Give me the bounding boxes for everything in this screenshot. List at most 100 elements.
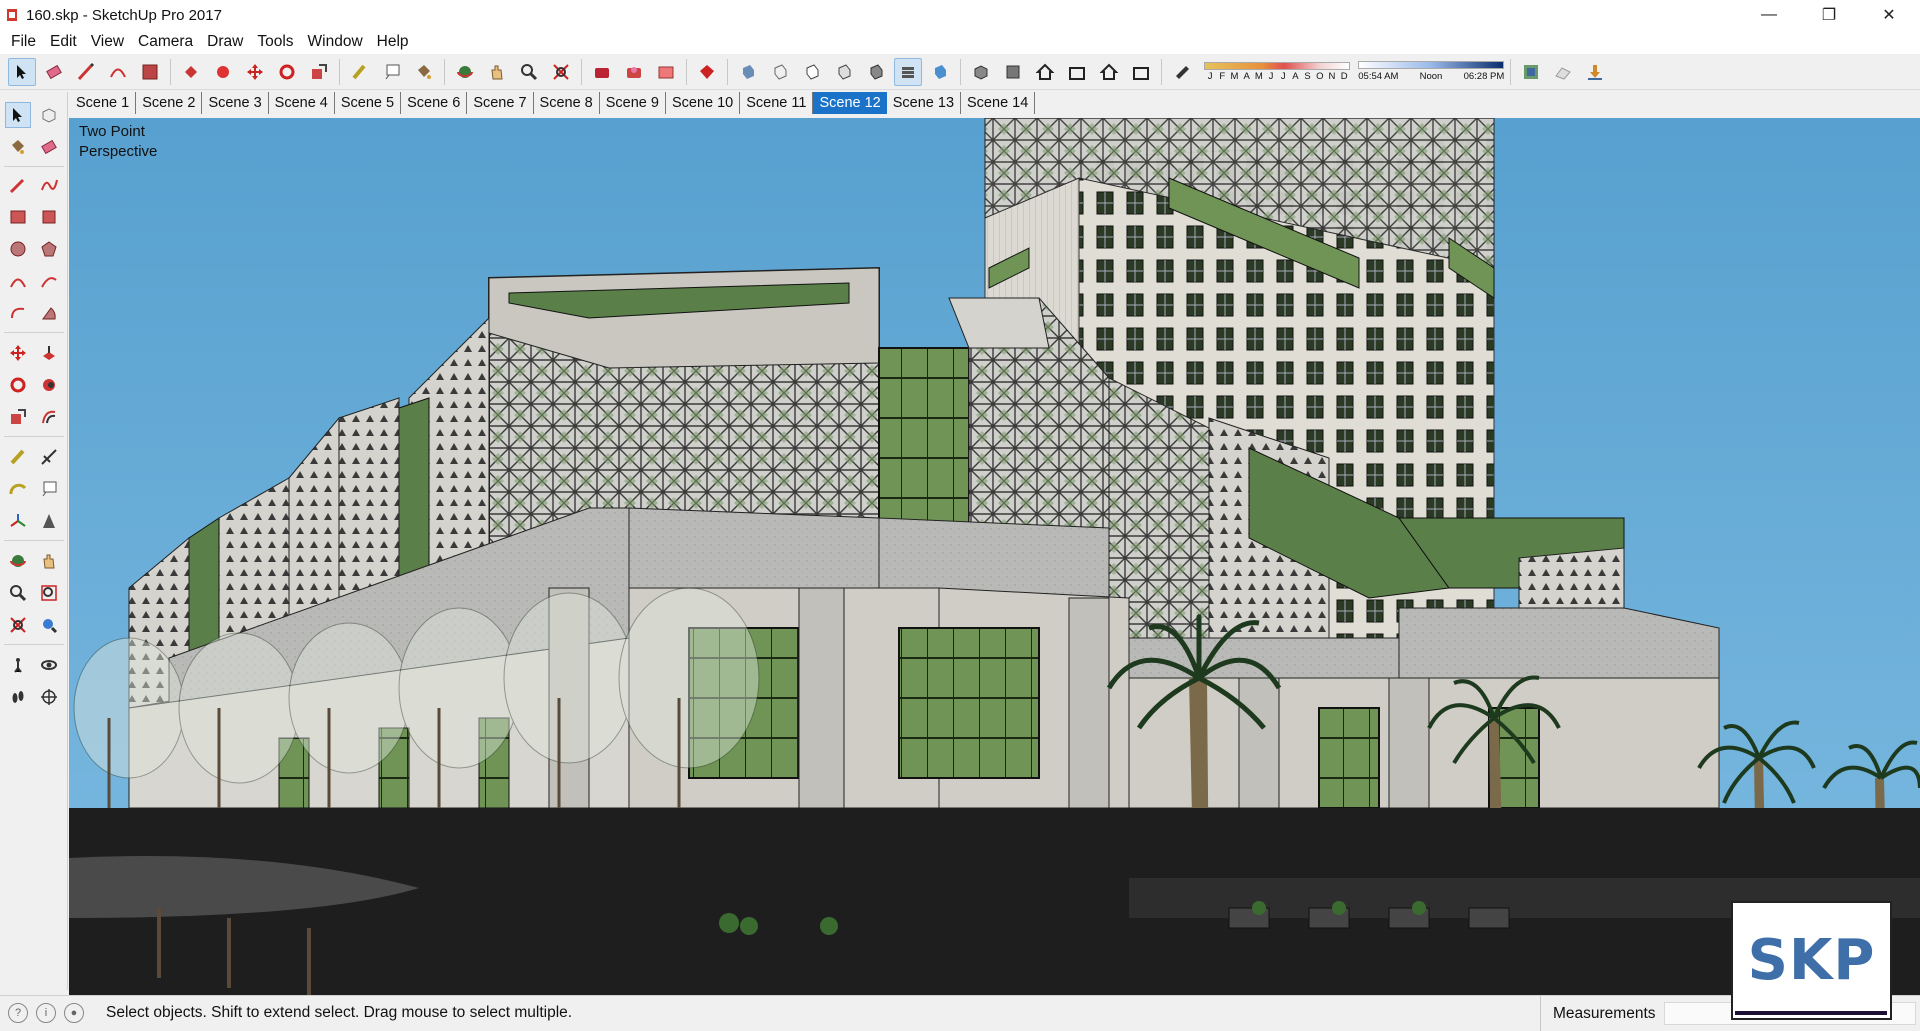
protractor-tool[interactable] xyxy=(5,476,31,502)
extension-warehouse-button[interactable] xyxy=(693,58,721,86)
month-gradient-bar[interactable] xyxy=(1204,61,1350,70)
pan-tool[interactable] xyxy=(36,548,62,574)
polygon-tool[interactable] xyxy=(36,236,62,262)
walk-tool[interactable] xyxy=(5,684,31,710)
arc-tool[interactable] xyxy=(5,268,31,294)
dimension-tool[interactable] xyxy=(36,444,62,470)
menu-tools[interactable]: Tools xyxy=(250,30,300,54)
offset-tool[interactable] xyxy=(36,404,62,430)
shaded-textures-style-button[interactable] xyxy=(862,58,890,86)
tape-measure-tool-button[interactable] xyxy=(346,58,374,86)
zoom-extents-tool-button[interactable] xyxy=(547,58,575,86)
minimize-button[interactable]: — xyxy=(1740,0,1798,30)
tab-scene-3[interactable]: Scene 3 xyxy=(202,92,269,114)
add-location-button[interactable] xyxy=(1517,58,1545,86)
circle-tool[interactable] xyxy=(5,236,31,262)
menu-edit[interactable]: Edit xyxy=(43,30,84,54)
zoom-extents-tool[interactable] xyxy=(5,612,31,638)
scale-tool-button[interactable] xyxy=(305,58,333,86)
menu-file[interactable]: File xyxy=(4,30,43,54)
right-view-button[interactable] xyxy=(1063,58,1091,86)
select-tool[interactable] xyxy=(5,102,31,128)
iso-view-button[interactable] xyxy=(967,58,995,86)
rotate-tool-button[interactable] xyxy=(273,58,301,86)
shadow-time-slider[interactable]: 05:54 AM Noon 06:28 PM xyxy=(1358,61,1505,82)
line-tool-button[interactable] xyxy=(72,58,100,86)
tab-scene-7[interactable]: Scene 7 xyxy=(467,92,534,114)
select-tool-button[interactable] xyxy=(8,57,36,86)
top-view-button[interactable] xyxy=(999,58,1027,86)
menu-view[interactable]: View xyxy=(84,30,131,54)
paint-bucket-tool[interactable] xyxy=(5,134,31,160)
hidden-line-style-button[interactable] xyxy=(798,58,826,86)
menu-draw[interactable]: Draw xyxy=(200,30,250,54)
follow-me-tool[interactable] xyxy=(36,372,62,398)
three-point-arc-tool[interactable] xyxy=(5,300,31,326)
zoom-tool[interactable] xyxy=(5,580,31,606)
tab-scene-13[interactable]: Scene 13 xyxy=(887,92,962,114)
time-gradient-bar[interactable] xyxy=(1358,61,1505,69)
position-camera-tool[interactable] xyxy=(5,652,31,678)
text-tool[interactable] xyxy=(36,476,62,502)
share-component-button[interactable] xyxy=(652,58,680,86)
tab-scene-10[interactable]: Scene 10 xyxy=(666,92,741,114)
paint-bucket-tool-button[interactable] xyxy=(410,58,438,86)
scale-tool[interactable] xyxy=(5,404,31,430)
tab-scene-8[interactable]: Scene 8 xyxy=(534,92,600,114)
warehouse-button[interactable] xyxy=(588,58,616,86)
share-model-button[interactable] xyxy=(620,58,648,86)
axes-tool[interactable] xyxy=(5,508,31,534)
left-view-button[interactable] xyxy=(1127,58,1155,86)
download-button[interactable] xyxy=(1581,58,1609,86)
credits-icon[interactable]: i xyxy=(36,1003,56,1023)
tab-scene-9[interactable]: Scene 9 xyxy=(600,92,666,114)
push-pull-tool[interactable] xyxy=(36,340,62,366)
shadow-date-slider[interactable]: J F M A M J J A S O N D xyxy=(1204,61,1350,82)
follow-me-tool-button[interactable] xyxy=(209,58,237,86)
freehand-tool[interactable] xyxy=(36,172,62,198)
eraser-tool[interactable] xyxy=(36,134,62,160)
push-pull-tool-button[interactable] xyxy=(177,58,205,86)
tab-scene-4[interactable]: Scene 4 xyxy=(269,92,335,114)
tab-scene-11[interactable]: Scene 11 xyxy=(740,92,814,114)
back-view-button[interactable] xyxy=(1095,58,1123,86)
3d-text-tool[interactable] xyxy=(36,508,62,534)
line-tool[interactable] xyxy=(5,172,31,198)
shaded-style-button[interactable] xyxy=(830,58,858,86)
tab-scene-6[interactable]: Scene 6 xyxy=(401,92,468,114)
pie-tool[interactable] xyxy=(36,300,62,326)
wireframe-style-button[interactable] xyxy=(766,58,794,86)
close-button[interactable]: ✕ xyxy=(1860,0,1918,30)
pan-tool-button[interactable] xyxy=(483,58,511,86)
look-around-tool[interactable] xyxy=(36,652,62,678)
tab-scene-2[interactable]: Scene 2 xyxy=(136,92,203,114)
rotated-rectangle-tool[interactable] xyxy=(36,204,62,230)
geo-location-icon[interactable]: ? xyxy=(8,1003,28,1023)
maximize-button[interactable]: ❐ xyxy=(1800,0,1858,30)
model-viewport[interactable]: Two Point Perspective xyxy=(69,118,1920,995)
xray-style-button[interactable] xyxy=(734,58,762,86)
eraser-tool-button[interactable] xyxy=(40,58,68,86)
orbit-tool[interactable] xyxy=(5,548,31,574)
menu-help[interactable]: Help xyxy=(370,30,416,54)
user-account-icon[interactable]: ● xyxy=(64,1003,84,1023)
shadows-toggle-button[interactable] xyxy=(1168,58,1196,86)
toggle-terrain-button[interactable] xyxy=(1549,58,1577,86)
section-plane-button[interactable] xyxy=(926,58,954,86)
tab-scene-14[interactable]: Scene 14 xyxy=(961,92,1036,114)
rotate-tool[interactable] xyxy=(5,372,31,398)
make-component-tool[interactable] xyxy=(36,102,62,128)
text-tool-button[interactable] xyxy=(378,58,406,86)
front-view-button[interactable] xyxy=(1031,58,1059,86)
shapes-tool-button[interactable] xyxy=(136,58,164,86)
tab-scene-1[interactable]: Scene 1 xyxy=(70,92,137,114)
tab-scene-5[interactable]: Scene 5 xyxy=(335,92,402,114)
previous-view-tool[interactable] xyxy=(36,612,62,638)
tape-measure-tool[interactable] xyxy=(5,444,31,470)
monochrome-style-button[interactable] xyxy=(894,57,922,86)
arc-tool-button[interactable] xyxy=(104,58,132,86)
menu-window[interactable]: Window xyxy=(301,30,370,54)
orbit-tool-button[interactable] xyxy=(451,58,479,86)
move-tool-button[interactable] xyxy=(241,58,269,86)
two-point-arc-tool[interactable] xyxy=(36,268,62,294)
